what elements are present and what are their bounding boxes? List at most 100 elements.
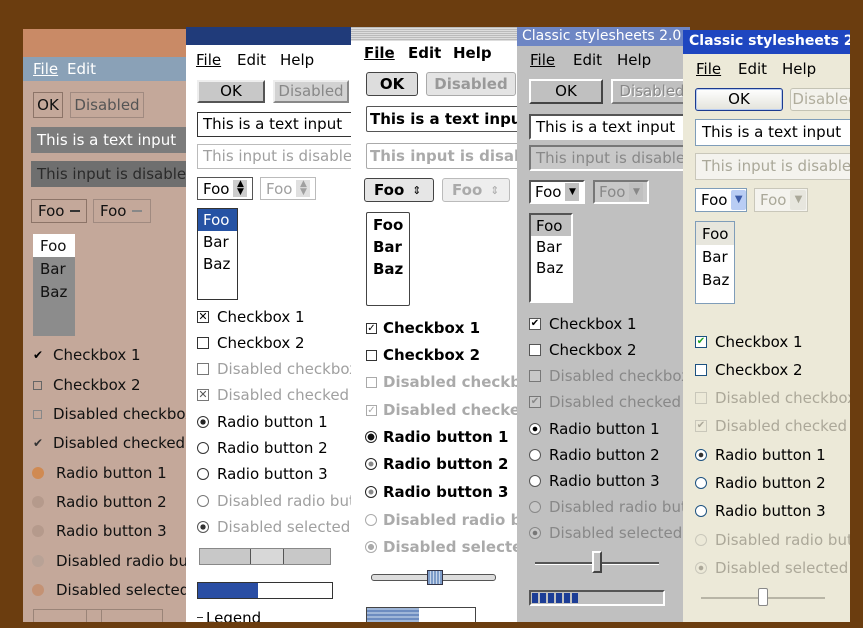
menu-help[interactable]: Help bbox=[617, 51, 651, 69]
radio-1[interactable]: Radio button 1 bbox=[32, 464, 167, 482]
radio-1[interactable]: Radio button 1 bbox=[197, 413, 328, 431]
radio-label: Disabled radio button bbox=[715, 531, 850, 549]
list-item-selected[interactable]: Foo bbox=[198, 209, 237, 231]
slider-thumb[interactable] bbox=[250, 549, 284, 564]
list-item-selected[interactable]: Foo bbox=[531, 215, 571, 236]
menu-file[interactable]: File bbox=[530, 51, 555, 69]
checkbox-disabled: Disabled checkbox bbox=[529, 367, 690, 385]
list-box[interactable]: Foo Bar Baz bbox=[197, 208, 238, 300]
checkbox-empty-icon bbox=[366, 349, 377, 361]
slider-thumb[interactable] bbox=[86, 610, 102, 622]
menu-file[interactable]: File bbox=[33, 60, 58, 78]
radio-2[interactable]: Radio button 2 bbox=[32, 493, 167, 511]
list-box[interactable]: Foo Bar Baz bbox=[366, 212, 410, 306]
checkbox-1[interactable]: ✓ Checkbox 1 bbox=[366, 319, 480, 337]
radio-1[interactable]: Radio button 1 bbox=[365, 428, 508, 446]
text-input[interactable]: This is a text input bbox=[366, 106, 523, 132]
radio-empty-icon bbox=[695, 505, 707, 517]
checkbox-label: Checkbox 1 bbox=[53, 346, 141, 364]
ok-button[interactable]: OK bbox=[197, 80, 265, 103]
menu-help[interactable]: Help bbox=[280, 51, 314, 69]
radio-3[interactable]: Radio button 3 bbox=[529, 472, 660, 490]
radio-1[interactable]: Radio button 1 bbox=[529, 420, 660, 438]
radio-2[interactable]: Radio button 2 bbox=[695, 474, 826, 492]
menu-edit[interactable]: Edit bbox=[67, 60, 96, 78]
list-item[interactable]: Baz bbox=[367, 257, 409, 279]
radio-3[interactable]: Radio button 3 bbox=[32, 522, 167, 540]
radio-3[interactable]: Radio button 3 bbox=[365, 483, 508, 501]
checkbox-empty-icon bbox=[33, 380, 42, 390]
select-box[interactable]: Foo ▲ ▼ bbox=[197, 177, 253, 200]
radio-3[interactable]: Radio button 3 bbox=[197, 465, 328, 483]
list-item-selected[interactable]: Foo bbox=[696, 222, 734, 245]
text-input[interactable]: This is a text input bbox=[31, 127, 191, 153]
checkbox-disabled-checked: ✓ Disabled checked checkbox bbox=[366, 401, 523, 419]
radio-1[interactable]: Radio button 1 bbox=[695, 446, 826, 464]
slider-thumb[interactable] bbox=[592, 551, 602, 573]
checkbox-2[interactable]: Checkbox 2 bbox=[33, 376, 141, 394]
menu-edit[interactable]: Edit bbox=[573, 51, 602, 69]
checkbox-2[interactable]: Checkbox 2 bbox=[366, 346, 480, 364]
menu-file[interactable]: File bbox=[196, 51, 221, 69]
checkbox-1[interactable]: ✕ Checkbox 1 bbox=[197, 308, 305, 326]
list-item[interactable]: Baz bbox=[33, 280, 75, 303]
select-box[interactable]: Foo ⇕ bbox=[364, 178, 434, 202]
slider-track[interactable] bbox=[371, 570, 496, 585]
list-item-selected[interactable]: Foo bbox=[33, 234, 75, 257]
list-item[interactable]: Baz bbox=[531, 257, 571, 278]
list-item-selected[interactable]: Foo bbox=[367, 213, 409, 235]
slider-track[interactable] bbox=[535, 551, 659, 573]
menu-help[interactable]: Help bbox=[453, 44, 492, 62]
list-item[interactable]: Baz bbox=[696, 268, 734, 291]
menu-edit[interactable]: Edit bbox=[237, 51, 266, 69]
radio-selected-icon bbox=[529, 423, 541, 435]
select-box[interactable]: Foo ▼ bbox=[695, 188, 747, 212]
menu-file[interactable]: File bbox=[696, 60, 721, 78]
checkbox-2[interactable]: Checkbox 2 bbox=[529, 341, 637, 359]
list-box[interactable]: Foo Bar Baz bbox=[529, 213, 573, 303]
checkbox-1[interactable]: ✔ Checkbox 1 bbox=[529, 315, 637, 333]
ok-button[interactable]: OK bbox=[529, 79, 603, 104]
slider-track[interactable] bbox=[33, 609, 163, 622]
checkbox-1[interactable]: ✔ Checkbox 1 bbox=[33, 346, 141, 364]
radio-selected-icon bbox=[197, 416, 209, 428]
menu-edit[interactable]: Edit bbox=[738, 60, 767, 78]
list-item[interactable]: Bar bbox=[198, 231, 237, 253]
radio-2[interactable]: Radio button 2 bbox=[197, 439, 328, 457]
checkbox-label: Checkbox 1 bbox=[383, 319, 481, 337]
ok-button[interactable]: OK bbox=[33, 92, 63, 118]
checkbox-empty-icon bbox=[197, 363, 209, 375]
radio-3[interactable]: Radio button 3 bbox=[695, 502, 826, 520]
checkbox-1[interactable]: ✔ Checkbox 1 bbox=[695, 333, 803, 351]
list-item[interactable]: Bar bbox=[531, 236, 571, 257]
list-box[interactable]: Foo Bar Baz bbox=[33, 234, 75, 336]
radio-2[interactable]: Radio button 2 bbox=[365, 455, 508, 473]
radio-empty-icon bbox=[529, 475, 541, 487]
ok-button[interactable]: OK bbox=[366, 72, 418, 96]
slider-track[interactable] bbox=[701, 588, 825, 606]
ok-button[interactable]: OK bbox=[695, 88, 783, 111]
slider-thumb[interactable] bbox=[427, 570, 443, 585]
checkbox-2[interactable]: Checkbox 2 bbox=[197, 334, 305, 352]
list-item[interactable]: Bar bbox=[33, 257, 75, 280]
list-item[interactable]: Bar bbox=[696, 245, 734, 268]
menu-edit[interactable]: Edit bbox=[408, 44, 441, 62]
select-box[interactable]: Foo ▼ bbox=[529, 180, 585, 204]
select-value: Foo bbox=[38, 202, 65, 220]
radio-empty-icon bbox=[32, 555, 44, 567]
radio-2[interactable]: Radio button 2 bbox=[529, 446, 660, 464]
checkbox-checked-icon: ✓ bbox=[366, 322, 377, 334]
list-item[interactable]: Baz bbox=[198, 253, 237, 275]
text-input[interactable]: This is a text input bbox=[529, 114, 690, 140]
checkbox-2[interactable]: Checkbox 2 bbox=[695, 361, 803, 379]
menu-file[interactable]: File bbox=[364, 44, 395, 62]
list-box[interactable]: Foo Bar Baz bbox=[695, 221, 735, 304]
select-box[interactable]: Foo bbox=[31, 199, 87, 223]
list-item[interactable]: Bar bbox=[367, 235, 409, 257]
slider-thumb[interactable] bbox=[758, 588, 768, 606]
menu-help[interactable]: Help bbox=[782, 60, 816, 78]
text-input[interactable]: This is a text input bbox=[695, 119, 850, 146]
slider-track[interactable] bbox=[199, 548, 331, 565]
text-input[interactable]: This is a text input bbox=[197, 112, 356, 137]
radio-selected-icon bbox=[365, 541, 377, 553]
